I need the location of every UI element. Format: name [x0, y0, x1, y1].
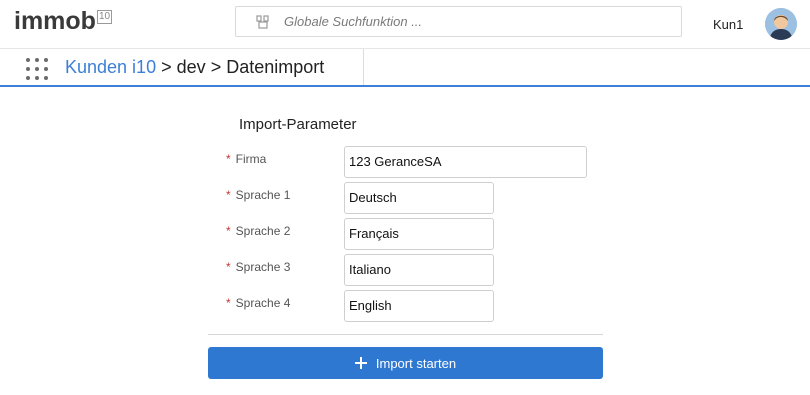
field-label: * Firma — [226, 152, 267, 166]
plus-icon — [354, 357, 367, 369]
app-logo[interactable]: immob 10 — [14, 7, 113, 35]
logo-version-badge: 10 — [96, 10, 113, 24]
nav-divider — [363, 49, 364, 85]
sprache-4-field[interactable]: English — [344, 290, 494, 322]
required-marker: * — [226, 224, 231, 238]
user-avatar-icon — [765, 8, 797, 40]
global-search-box[interactable] — [235, 6, 682, 37]
app-launcher-icon[interactable] — [26, 58, 48, 80]
field-label: * Sprache 4 — [226, 296, 291, 310]
import-start-label: Import starten — [375, 355, 457, 371]
sprache-3-field[interactable]: Italiano — [344, 254, 494, 286]
firma-field[interactable]: 123 GeranceSA — [344, 146, 587, 178]
breadcrumb: Kunden i10 > dev > Datenimport — [65, 57, 324, 78]
field-label: * Sprache 3 — [226, 260, 291, 274]
breadcrumb-separator: > — [210, 57, 222, 77]
top-header: immob 10 Kun1 — [0, 0, 810, 49]
search-icon — [256, 14, 269, 29]
sprache-2-field[interactable]: Français — [344, 218, 494, 250]
field-row-firma: * Firma 123 GeranceSA — [0, 146, 810, 178]
breadcrumb-separator: > — [161, 57, 172, 77]
avatar[interactable] — [765, 8, 797, 40]
field-row-sprache-1: * Sprache 1 Deutsch — [0, 182, 810, 214]
required-marker: * — [226, 152, 231, 166]
field-row-sprache-2: * Sprache 2 Français — [0, 218, 810, 250]
required-marker: * — [226, 188, 231, 202]
field-row-sprache-3: * Sprache 3 Italiano — [0, 254, 810, 286]
field-label: * Sprache 2 — [226, 224, 291, 238]
form-divider — [208, 334, 603, 335]
navigation-bar: Kunden i10 > dev > Datenimport — [0, 49, 810, 87]
field-row-sprache-4: * Sprache 4 English — [0, 290, 810, 322]
field-label: * Sprache 1 — [226, 188, 291, 202]
import-start-button[interactable]: Import starten — [208, 347, 603, 379]
sprache-1-field[interactable]: Deutsch — [344, 182, 494, 214]
logo-text: immob — [14, 7, 96, 35]
user-name[interactable]: Kun1 — [713, 17, 743, 32]
breadcrumb-current: Datenimport — [226, 57, 325, 77]
breadcrumb-level2[interactable]: dev — [177, 57, 206, 77]
search-input[interactable] — [284, 14, 644, 29]
required-marker: * — [226, 296, 231, 310]
section-title: Import-Parameter — [239, 116, 357, 133]
required-marker: * — [226, 260, 231, 274]
breadcrumb-root-link[interactable]: Kunden i10 — [65, 57, 156, 77]
